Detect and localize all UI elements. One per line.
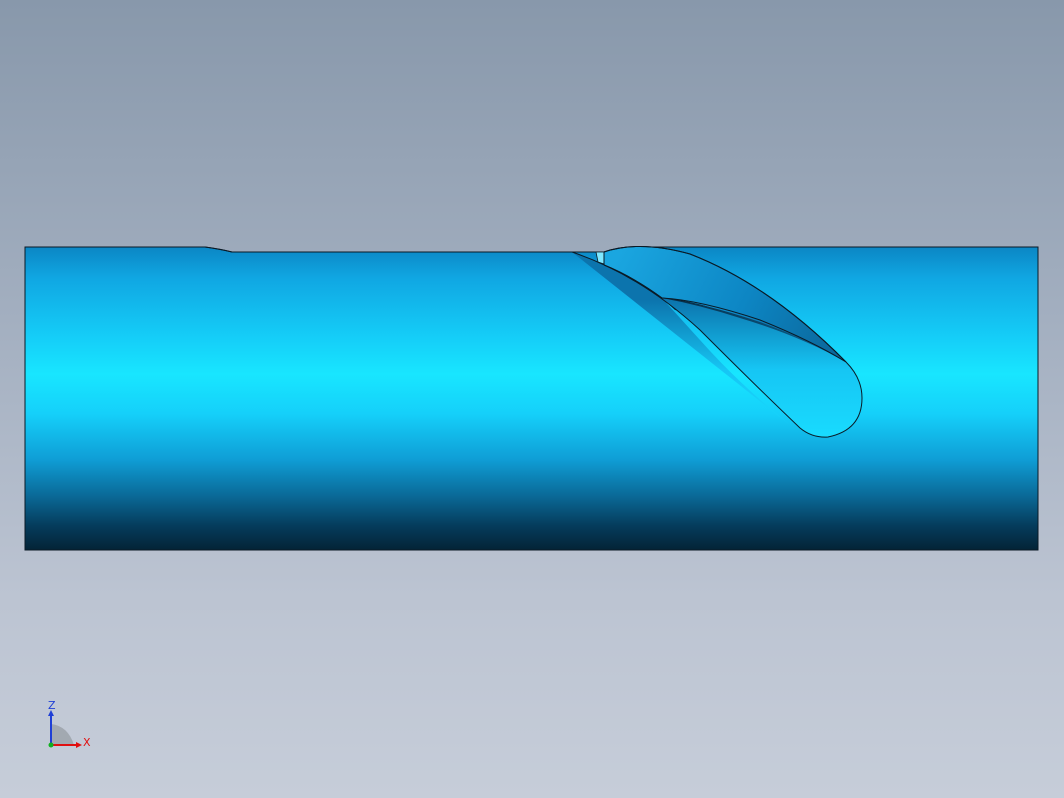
triad-quadrant xyxy=(51,724,74,745)
triad-origin xyxy=(48,742,54,748)
x-axis-label: X xyxy=(83,736,91,749)
triad-svg: Z X xyxy=(48,699,91,749)
shaft-body xyxy=(24,246,1039,551)
x-axis-arrow xyxy=(76,742,82,748)
orientation-triad: Z X xyxy=(38,696,98,756)
model-view[interactable] xyxy=(0,0,1064,798)
graphics-viewport[interactable] xyxy=(0,0,1064,798)
z-axis-label: Z xyxy=(48,699,56,712)
